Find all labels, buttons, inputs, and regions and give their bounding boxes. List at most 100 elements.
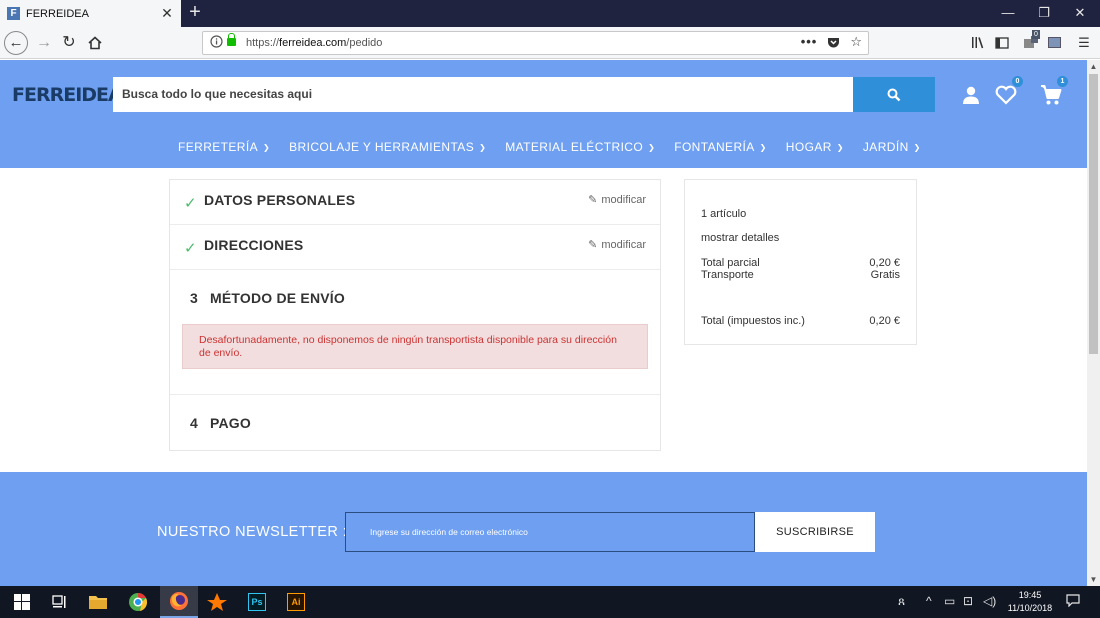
forward-arrow-icon[interactable]: → (32, 31, 56, 55)
task-view-icon[interactable] (48, 590, 72, 614)
check-icon: ✓ (184, 195, 197, 212)
url-text: https://ferreidea.com/pedido (246, 37, 383, 49)
wishlist-count-badge: 0 (1012, 76, 1023, 87)
step-payment: 4 PAGO (170, 395, 660, 450)
search-input[interactable]: Busca todo lo que necesitas aqui (113, 77, 853, 112)
avast-icon[interactable] (205, 590, 229, 614)
pencil-icon: ✎ (588, 239, 598, 251)
new-tab-button[interactable]: + (186, 2, 204, 24)
step-title: DATOS PERSONALES (204, 192, 356, 208)
cart-summary: 1 artículo mostrar detalles Total parcia… (684, 179, 917, 345)
menu-item-ferreteria[interactable]: FERRETERÍA ❯ (178, 140, 270, 154)
step-personal-data[interactable]: ✓ DATOS PERSONALES ✎ modificar (170, 180, 660, 225)
screenshot-icon[interactable] (1042, 31, 1066, 55)
chevron-down-icon: ❯ (648, 142, 656, 152)
step-number: 3 (190, 290, 198, 306)
pocket-icon[interactable] (827, 34, 840, 52)
menu-hamburger-icon[interactable]: ☰ (1072, 31, 1096, 55)
summary-item-count: 1 artículo (701, 208, 747, 220)
newsletter-email-input[interactable]: Ingrese su dirección de correo electróni… (345, 512, 755, 552)
menu-item-hogar[interactable]: HOGAR ❯ (786, 140, 844, 154)
no-carrier-alert: Desafortunadamente, no disponemos de nin… (182, 324, 648, 369)
chevron-down-icon: ❯ (263, 142, 271, 152)
search-icon (887, 88, 901, 101)
menu-item-material-electrico[interactable]: MATERIAL ELÉCTRICO ❯ (505, 140, 655, 154)
system-clock[interactable]: 19:45 11/10/2018 (1002, 589, 1058, 615)
file-explorer-icon[interactable] (86, 590, 110, 614)
browser-tab-bar: F FERREIDEA ✕ + — ❐ ✕ (0, 0, 1100, 27)
people-icon[interactable]: ጸ (898, 594, 905, 609)
menu-item-bricolaje[interactable]: BRICOLAJE Y HERRAMIENTAS ❯ (289, 140, 486, 154)
edit-personal-data-link[interactable]: ✎ modificar (588, 193, 646, 207)
illustrator-label: Ai (287, 593, 305, 611)
menu-item-jardin[interactable]: JARDÍN ❯ (863, 140, 921, 154)
restore-window-button[interactable]: ❐ (1032, 3, 1056, 23)
chevron-down-icon: ❯ (759, 142, 767, 152)
user-account-icon[interactable] (958, 82, 984, 108)
library-icon[interactable] (966, 31, 990, 55)
home-icon[interactable] (83, 31, 107, 55)
sidebar-icon[interactable] (990, 31, 1014, 55)
chrome-icon[interactable] (126, 590, 150, 614)
firefox-icon (170, 592, 188, 610)
lock-icon (227, 33, 236, 46)
browser-navigation-bar: ← → ↻ https://ferreidea.com/pedido ••• ☆… (0, 27, 1100, 59)
page-actions-icon[interactable]: ••• (801, 34, 818, 52)
chevron-down-icon: ❯ (913, 142, 921, 152)
extension-icon[interactable]: 0 (1018, 30, 1042, 55)
illustrator-icon[interactable]: Ai (284, 590, 308, 614)
main-menu: FERRETERÍA ❯ BRICOLAJE Y HERRAMIENTAS ❯ MA… (178, 140, 940, 154)
close-tab-icon[interactable]: ✕ (160, 5, 174, 21)
step-title: MÉTODO DE ENVÍO (210, 290, 345, 306)
browser-tab[interactable]: F FERREIDEA ✕ (0, 0, 181, 27)
scroll-down-icon[interactable]: ▼ (1087, 573, 1100, 586)
photoshop-icon[interactable]: Ps (245, 590, 269, 614)
site-header: FERREIDEA Busca todo lo que necesitas aq… (0, 60, 1087, 168)
firefox-taskbar-item[interactable] (160, 586, 198, 618)
info-icon[interactable] (210, 35, 224, 49)
bookmark-star-icon[interactable]: ☆ (850, 34, 862, 52)
reload-icon[interactable]: ↻ (57, 31, 81, 55)
site-logo[interactable]: FERREIDEA (12, 84, 123, 106)
page-scrollbar[interactable]: ▲ ▼ (1087, 60, 1100, 586)
scroll-thumb[interactable] (1089, 74, 1098, 354)
newsletter-label: NUESTRO NEWSLETTER : (157, 524, 348, 540)
search-button[interactable] (853, 77, 935, 112)
step-title: DIRECCIONES (204, 237, 304, 253)
volume-icon[interactable]: ◁) (983, 594, 996, 608)
tab-title: FERREIDEA (26, 7, 89, 20)
notifications-icon[interactable] (1066, 594, 1080, 610)
extension-badge: 0 (1032, 30, 1040, 39)
step-addresses[interactable]: ✓ DIRECCIONES ✎ modificar (170, 225, 660, 270)
subscribe-button[interactable]: SUSCRIBIRSE (755, 512, 875, 552)
clock-date: 11/10/2018 (1007, 603, 1053, 613)
back-arrow-icon[interactable]: ← (4, 31, 28, 55)
clock-time: 19:45 (1018, 590, 1042, 600)
wishlist-heart-icon[interactable]: 0 (993, 76, 1023, 108)
scroll-up-icon[interactable]: ▲ (1087, 60, 1100, 73)
shopping-cart-icon[interactable]: 1 (1038, 76, 1068, 108)
newsletter-footer: NUESTRO NEWSLETTER : Ingrese su direcció… (0, 472, 1087, 586)
pencil-icon: ✎ (588, 194, 598, 206)
close-window-button[interactable]: ✕ (1068, 3, 1092, 23)
address-bar[interactable]: https://ferreidea.com/pedido ••• ☆ (202, 31, 869, 55)
minimize-window-button[interactable]: — (996, 3, 1020, 23)
check-icon: ✓ (184, 240, 197, 257)
cart-count-badge: 1 (1057, 76, 1068, 87)
network-icon[interactable]: ⊡ (963, 594, 973, 608)
show-details-link[interactable]: mostrar detalles (701, 232, 900, 244)
chevron-down-icon: ❯ (836, 142, 844, 152)
step-title: PAGO (210, 415, 251, 431)
chevron-down-icon: ❯ (479, 142, 487, 152)
menu-item-fontaneria[interactable]: FONTANERÍA ❯ (674, 140, 767, 154)
total-row: Total (impuestos inc.) 0,20 € (701, 315, 900, 327)
edit-addresses-link[interactable]: ✎ modificar (588, 238, 646, 252)
chevron-up-icon[interactable]: ^ (926, 594, 932, 608)
shipping-row: Transporte Gratis (701, 269, 900, 281)
photoshop-label: Ps (248, 593, 266, 611)
windows-start-icon[interactable] (10, 590, 34, 614)
battery-icon[interactable]: ▭ (944, 594, 955, 608)
step-shipping-method: 3 MÉTODO DE ENVÍO Desafortunadamente, no… (170, 270, 660, 395)
subtotal-row: Total parcial 0,20 € (701, 257, 900, 269)
checkout-steps: ✓ DATOS PERSONALES ✎ modificar ✓ DIRECCIO… (169, 179, 661, 451)
